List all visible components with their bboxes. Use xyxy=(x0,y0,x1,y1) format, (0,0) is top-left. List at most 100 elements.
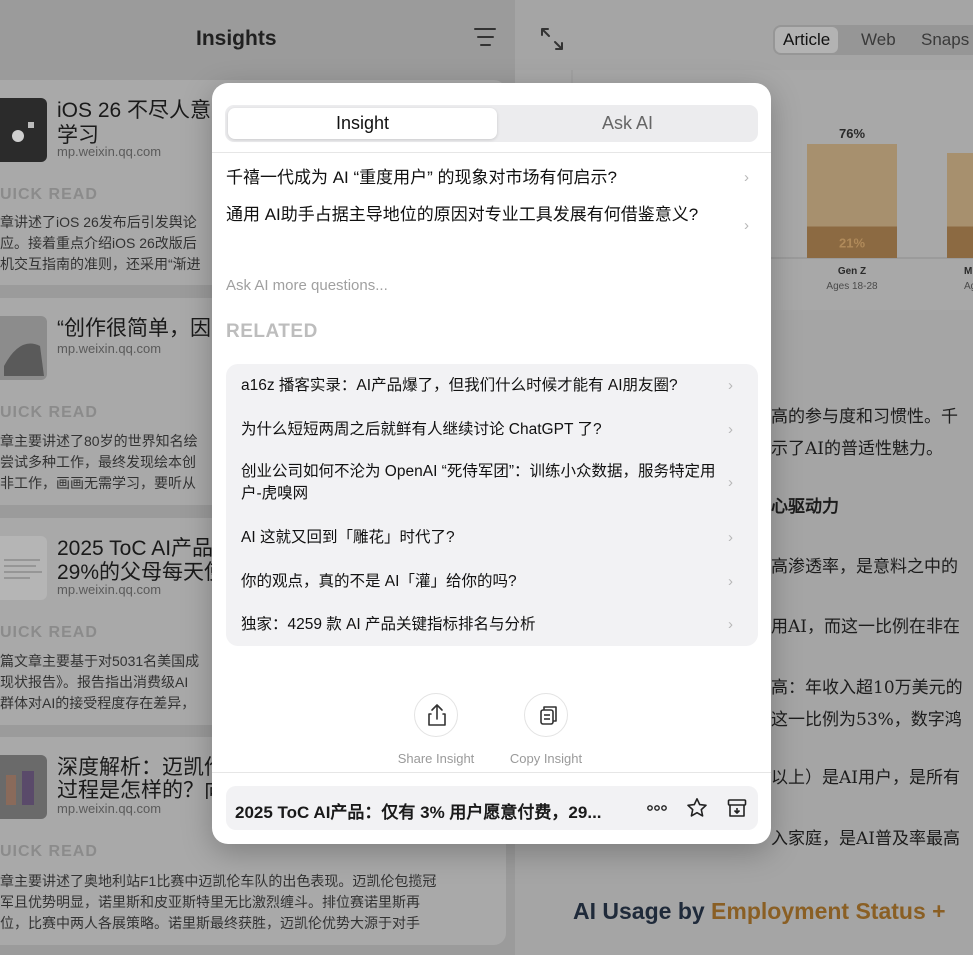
bar-lower-segment xyxy=(947,226,973,258)
chevron-right-icon: › xyxy=(728,573,733,590)
card-summary-line: 军且优势明显，诺里斯和皮亚斯特里无比激烈缠斗。排位赛诺里斯再 xyxy=(0,894,420,910)
card-summary-line: 尝试多种工作，最终发现绘本创 xyxy=(0,454,196,470)
article-thumbnail xyxy=(0,98,47,162)
card-summary-line: 章讲述了iOS 26发布后引发舆论 xyxy=(0,214,197,230)
bar-upper-segment xyxy=(947,153,973,227)
related-item[interactable]: 独家：4259 款 AI 产品关键指标排名与分析 › xyxy=(241,614,758,636)
card-summary-line: 机交互指南的准则，还采用“渐进 xyxy=(0,256,201,272)
card-summary-line: 群体对AI的接受程度存在差异， xyxy=(0,695,196,711)
chevron-right-icon: › xyxy=(728,474,733,491)
chevron-right-icon: › xyxy=(728,616,733,633)
article-text-line: 入家庭，是AI普及率最高 xyxy=(771,829,960,849)
data-label: 21% xyxy=(839,235,865,250)
question-text: 千禧一代成为 AI “重度用户” 的现象对市场有何启示? xyxy=(226,168,618,187)
insight-modal: Insight Ask AI 千禧一代成为 AI “重度用户” 的现象对市场有何… xyxy=(212,83,771,844)
x-category-label: Gen Z xyxy=(838,266,866,277)
archive-icon[interactable] xyxy=(725,796,749,820)
current-article-bar[interactable]: 2025 ToC AI产品：仅有 3% 用户愿意付费，29... xyxy=(226,786,758,830)
card-source: mp.weixin.qq.com xyxy=(57,801,162,816)
related-item[interactable]: 你的观点，真的不是 AI「灌」给你的吗? › xyxy=(241,571,758,593)
chevron-right-icon: › xyxy=(728,421,733,438)
related-heading: RELATED xyxy=(226,321,318,342)
tab-article[interactable]: Article xyxy=(775,27,839,53)
expand-icon[interactable] xyxy=(539,26,565,52)
related-item[interactable]: 为什么短短两周之后就鲜有人继续讨论 ChatGPT 了? › xyxy=(241,419,758,441)
filter-icon[interactable] xyxy=(473,28,497,50)
card-title-line2: 过程是怎样的？向 xyxy=(57,779,225,802)
article-text-line: 高渗透率，是意料之中的 xyxy=(771,557,958,577)
related-item-text: AI 这就又回到「雕花」时代了? xyxy=(241,529,455,546)
divider xyxy=(212,772,771,773)
current-article-title: 2025 ToC AI产品：仅有 3% 用户愿意付费，29... xyxy=(235,803,602,822)
article-thumbnail xyxy=(0,316,47,380)
card-source: mp.weixin.qq.com xyxy=(57,341,162,356)
article-text-line: 高：年收入超10万美元的 xyxy=(771,678,963,698)
copy-insight-button[interactable]: Copy Insight xyxy=(496,693,596,766)
card-summary-line: 应。接着重点介绍iOS 26改版后 xyxy=(0,235,197,251)
share-insight-button[interactable]: Share Insight xyxy=(386,693,486,766)
article-text-line: 示了AI的普适性魅力。 xyxy=(771,439,943,459)
insight-segmented-control: Insight Ask AI xyxy=(225,105,758,142)
card-source: mp.weixin.qq.com xyxy=(57,582,162,597)
chevron-right-icon: › xyxy=(728,377,733,394)
share-insight-label: Share Insight xyxy=(397,751,475,766)
article-section-heading: 心驱动力 xyxy=(771,497,839,516)
x-category-label: M xyxy=(964,266,972,277)
card-summary-line: 篇文章主要基于对5031名美国成 xyxy=(0,653,200,669)
article-thumbnail xyxy=(0,536,47,600)
question-text: 通用 AI助手占据主导地位的原因对专业工具发展有何借鉴意义? xyxy=(226,205,699,224)
article-thumbnail xyxy=(0,755,47,819)
article-text-line: 高的参与度和习惯性。千 xyxy=(771,407,958,427)
more-icon[interactable] xyxy=(645,796,669,820)
related-item[interactable]: AI 这就又回到「雕花」时代了? › xyxy=(241,527,758,549)
copy-icon xyxy=(524,693,568,737)
quick-read-label: UICK READ xyxy=(0,624,98,641)
tab-ask-ai[interactable]: Ask AI xyxy=(500,108,755,139)
suggested-question[interactable]: 通用 AI助手占据主导地位的原因对专业工具发展有何借鉴意义? › xyxy=(226,203,758,233)
data-label: 76% xyxy=(839,126,865,141)
x-category-sublabel: Ages 29-44 xyxy=(964,281,973,292)
tab-snaps[interactable]: Snaps xyxy=(921,27,969,53)
bar-upper-segment xyxy=(807,144,897,227)
related-item-text: a16z 播客实录：AI产品爆了，但我们什么时候才能有 AI朋友圈? xyxy=(241,377,678,394)
article-text-line: 这一比例为53%，数字鸿 xyxy=(771,710,962,730)
chart-title-part: AI Usage by xyxy=(573,898,712,924)
card-title: iOS 26 不尽人意, xyxy=(57,99,217,122)
card-title: “创作很简单，因为 xyxy=(57,317,232,340)
insights-header: Insights xyxy=(0,0,515,78)
suggested-question[interactable]: 千禧一代成为 AI “重度用户” 的现象对市场有何启示? › xyxy=(226,166,758,189)
x-category-sublabel: Ages 18-28 xyxy=(826,281,878,292)
related-item-text: 你的观点，真的不是 AI「灌」给你的吗? xyxy=(241,573,517,590)
tab-insight[interactable]: Insight xyxy=(228,108,497,139)
card-summary-line: 位，比赛中两人各展策略。诺里斯最终获胜，迈凯伦优势大源于对手 xyxy=(0,915,420,931)
quick-read-label: UICK READ xyxy=(0,404,98,421)
page-title: Insights xyxy=(196,27,277,50)
ask-ai-input[interactable]: Ask AI more questions... xyxy=(226,277,388,294)
star-icon[interactable] xyxy=(685,796,709,820)
copy-insight-label: Copy Insight xyxy=(509,751,583,766)
card-source: mp.weixin.qq.com xyxy=(57,144,162,159)
card-summary-line: 章主要讲述了80岁的世界知名绘 xyxy=(0,433,198,449)
chart-title: AI Usage by Employment Status + xyxy=(573,898,946,925)
quick-read-label: UICK READ xyxy=(0,843,98,860)
chart-title-accent: Employment Status + xyxy=(711,898,946,924)
chevron-right-icon: › xyxy=(744,217,749,234)
related-item-text: 独家：4259 款 AI 产品关键指标排名与分析 xyxy=(241,616,536,633)
article-text-line: 用AI，而这一比例在非在 xyxy=(771,617,960,637)
related-item-text: 为什么短短两周之后就鲜有人继续讨论 ChatGPT 了? xyxy=(241,421,602,438)
card-summary-line: 现状报告》。报告指出消费级AI xyxy=(0,674,189,690)
card-title: 2025 ToC AI产品 xyxy=(57,537,214,560)
card-summary-line: 非工作，画画无需学习，要听从 xyxy=(0,475,196,491)
related-item[interactable]: a16z 播客实录：AI产品爆了，但我们什么时候才能有 AI朋友圈? › xyxy=(241,375,758,397)
card-summary-line: 章主要讲述了奥地利站F1比赛中迈凯伦车队的出色表现。迈凯伦包揽冠 xyxy=(0,873,437,889)
related-item[interactable]: 创业公司如何不沦为 OpenAI “死侍军团”：训练小众数据，服务特定用户-虎嗅… xyxy=(241,461,758,505)
tab-web[interactable]: Web xyxy=(861,27,896,53)
share-icon xyxy=(414,693,458,737)
article-text-line: 以上）是AI用户，是所有 xyxy=(771,768,960,788)
related-item-text: 创业公司如何不沦为 OpenAI “死侍军团”：训练小众数据，服务特定用户-虎嗅… xyxy=(241,463,716,502)
quick-read-label: UICK READ xyxy=(0,186,98,203)
chevron-right-icon: › xyxy=(728,529,733,546)
chevron-right-icon: › xyxy=(744,169,749,186)
related-list: a16z 播客实录：AI产品爆了，但我们什么时候才能有 AI朋友圈? › 为什么… xyxy=(226,364,758,646)
card-title: 深度解析：迈凯伦 xyxy=(57,756,225,779)
